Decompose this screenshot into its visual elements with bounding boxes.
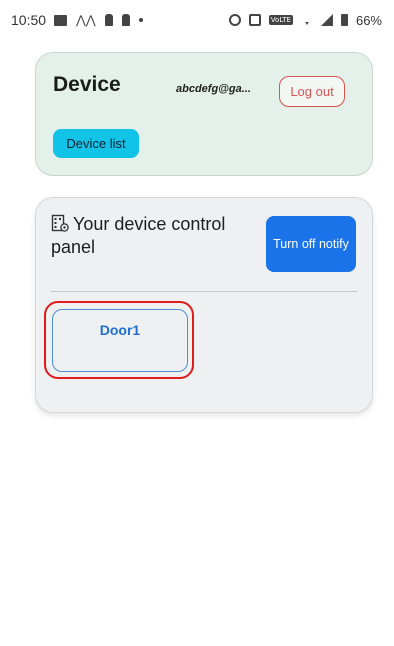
turn-off-notify-button[interactable]: Turn off notify bbox=[266, 216, 356, 272]
nfc-icon bbox=[248, 14, 261, 26]
device-list-button[interactable]: Device list bbox=[53, 129, 139, 158]
person-notification-icon-2 bbox=[121, 14, 130, 26]
control-panel-card: Your device control panel Turn off notif… bbox=[35, 197, 373, 413]
system-icons: VoLTE 66% bbox=[228, 12, 382, 28]
battery-icon bbox=[340, 14, 348, 26]
gallery-notification-icon bbox=[54, 14, 68, 26]
battery-percent: 66% bbox=[355, 12, 382, 28]
alarm-icon bbox=[228, 14, 241, 26]
status-time: 10:50 bbox=[11, 12, 47, 28]
activity-notification-icon: ⋀⋀ bbox=[76, 13, 96, 27]
user-email: abcdefg@ga... bbox=[176, 83, 251, 95]
device-header-card: Device abcdefg@ga... Log out Device list bbox=[35, 52, 373, 176]
status-bar: 10:50 ⋀⋀ VoLTE 66% bbox=[0, 0, 394, 40]
signal-icon bbox=[320, 14, 333, 26]
page-title: Device bbox=[53, 73, 121, 96]
panel-title-text: Your device control panel bbox=[51, 214, 226, 257]
panel-divider bbox=[51, 291, 357, 292]
wifi-icon bbox=[300, 15, 313, 25]
notification-icons: ⋀⋀ bbox=[54, 13, 143, 27]
more-notifications-icon bbox=[138, 18, 143, 22]
person-notification-icon bbox=[104, 14, 113, 26]
device-button-door1[interactable]: Door1 bbox=[52, 309, 188, 372]
logout-button[interactable]: Log out bbox=[279, 76, 345, 107]
volte-icon: VoLTE bbox=[268, 15, 293, 25]
panel-title: Your device control panel bbox=[51, 213, 271, 259]
building-gear-icon bbox=[51, 214, 69, 232]
